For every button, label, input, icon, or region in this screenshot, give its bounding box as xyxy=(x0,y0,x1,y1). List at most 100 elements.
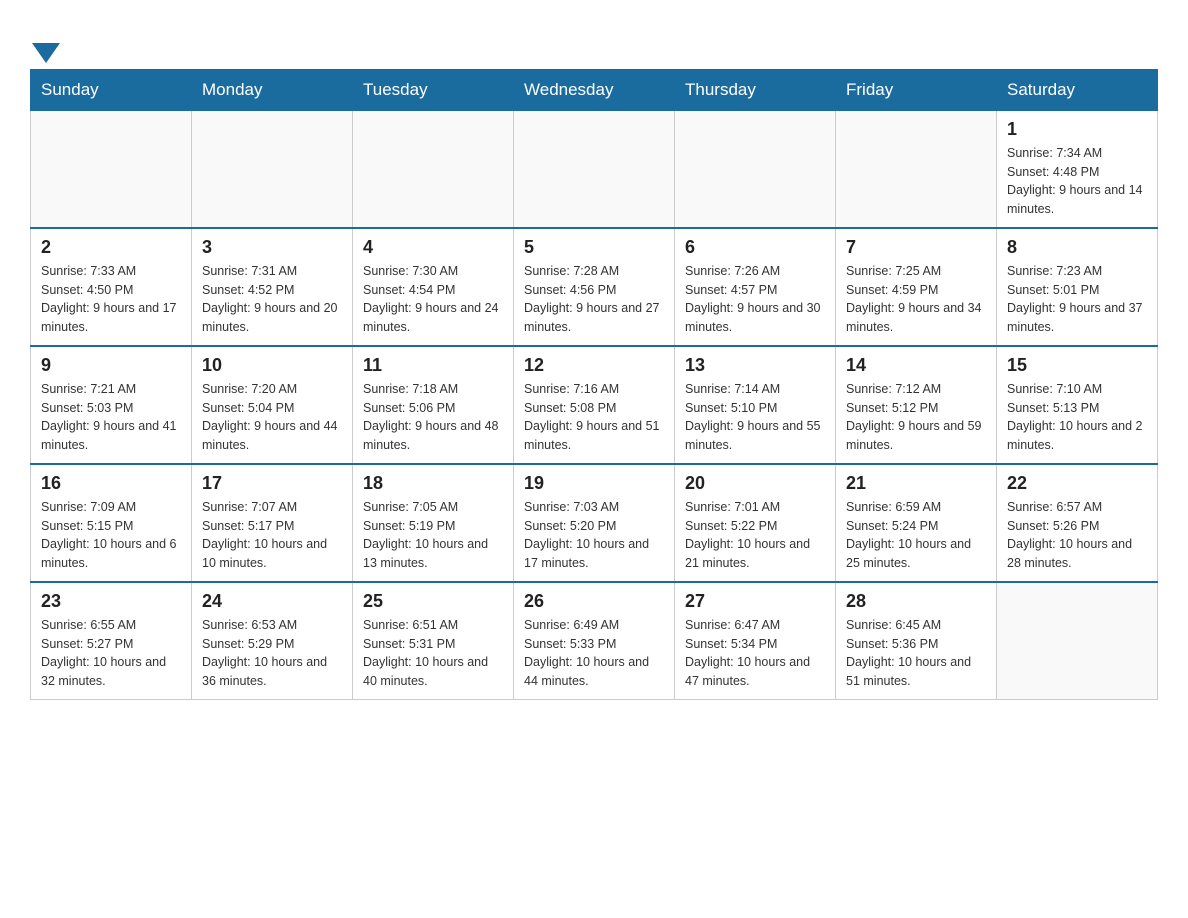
day-number: 5 xyxy=(524,237,664,258)
calendar-cell: 24Sunrise: 6:53 AM Sunset: 5:29 PM Dayli… xyxy=(192,582,353,700)
calendar-cell: 2Sunrise: 7:33 AM Sunset: 4:50 PM Daylig… xyxy=(31,228,192,346)
day-info: Sunrise: 7:31 AM Sunset: 4:52 PM Dayligh… xyxy=(202,262,342,337)
calendar-week-row: 1 Sunrise: 7:34 AM Sunset: 4:48 PM Daylig… xyxy=(31,110,1158,228)
day-number: 26 xyxy=(524,591,664,612)
calendar-cell: 20 Sunrise: 7:01 AM Sunset: 5:22 PM Dayli… xyxy=(675,464,836,582)
calendar-cell: 17 Sunrise: 7:07 AM Sunset: 5:17 PM Dayli… xyxy=(192,464,353,582)
day-number: 24 xyxy=(202,591,342,612)
day-number: 7 xyxy=(846,237,986,258)
day-info: Sunrise: 7:01 AM Sunset: 5:22 PM Dayligh… xyxy=(685,498,825,573)
day-info: Sunrise: 6:57 AM Sunset: 5:26 PM Dayligh… xyxy=(1007,498,1147,573)
day-number: 13 xyxy=(685,355,825,376)
day-number: 16 xyxy=(41,473,181,494)
day-number: 2 xyxy=(41,237,181,258)
calendar-cell xyxy=(31,110,192,228)
day-number: 12 xyxy=(524,355,664,376)
calendar-cell: 26 Sunrise: 6:49 AM Sunset: 5:33 PM Dayli… xyxy=(514,582,675,700)
weekday-header-saturday: Saturday xyxy=(997,69,1158,110)
calendar-cell: 12 Sunrise: 7:16 AM Sunset: 5:08 PM Dayli… xyxy=(514,346,675,464)
weekday-header-wednesday: Wednesday xyxy=(514,69,675,110)
day-number: 23 xyxy=(41,591,181,612)
logo xyxy=(30,30,60,59)
calendar-cell xyxy=(997,582,1158,700)
calendar-cell: 18Sunrise: 7:05 AM Sunset: 5:19 PM Dayli… xyxy=(353,464,514,582)
calendar-cell: 28 Sunrise: 6:45 AM Sunset: 5:36 PM Dayli… xyxy=(836,582,997,700)
calendar-cell: 16 Sunrise: 7:09 AM Sunset: 5:15 PM Dayli… xyxy=(31,464,192,582)
calendar-cell: 11 Sunrise: 7:18 AM Sunset: 5:06 PM Dayli… xyxy=(353,346,514,464)
calendar-cell: 14 Sunrise: 7:12 AM Sunset: 5:12 PM Dayli… xyxy=(836,346,997,464)
calendar-week-row: 23 Sunrise: 6:55 AM Sunset: 5:27 PM Dayli… xyxy=(31,582,1158,700)
calendar-cell: 23 Sunrise: 6:55 AM Sunset: 5:27 PM Dayli… xyxy=(31,582,192,700)
day-info: Sunrise: 6:45 AM Sunset: 5:36 PM Dayligh… xyxy=(846,616,986,691)
day-number: 4 xyxy=(363,237,503,258)
calendar-cell: 10Sunrise: 7:20 AM Sunset: 5:04 PM Dayli… xyxy=(192,346,353,464)
weekday-header-sunday: Sunday xyxy=(31,69,192,110)
day-info: Sunrise: 6:55 AM Sunset: 5:27 PM Dayligh… xyxy=(41,616,181,691)
day-info: Sunrise: 7:12 AM Sunset: 5:12 PM Dayligh… xyxy=(846,380,986,455)
page-header xyxy=(30,20,1158,59)
calendar-cell xyxy=(514,110,675,228)
day-info: Sunrise: 6:49 AM Sunset: 5:33 PM Dayligh… xyxy=(524,616,664,691)
day-number: 27 xyxy=(685,591,825,612)
calendar-week-row: 16 Sunrise: 7:09 AM Sunset: 5:15 PM Dayli… xyxy=(31,464,1158,582)
calendar-week-row: 2Sunrise: 7:33 AM Sunset: 4:50 PM Daylig… xyxy=(31,228,1158,346)
day-number: 8 xyxy=(1007,237,1147,258)
calendar-cell xyxy=(836,110,997,228)
calendar-cell: 1 Sunrise: 7:34 AM Sunset: 4:48 PM Daylig… xyxy=(997,110,1158,228)
day-number: 1 xyxy=(1007,119,1147,140)
calendar-cell xyxy=(675,110,836,228)
calendar-cell: 21Sunrise: 6:59 AM Sunset: 5:24 PM Dayli… xyxy=(836,464,997,582)
day-info: Sunrise: 7:10 AM Sunset: 5:13 PM Dayligh… xyxy=(1007,380,1147,455)
calendar-cell: 7 Sunrise: 7:25 AM Sunset: 4:59 PM Daylig… xyxy=(836,228,997,346)
calendar-cell: 4 Sunrise: 7:30 AM Sunset: 4:54 PM Daylig… xyxy=(353,228,514,346)
day-info: Sunrise: 6:47 AM Sunset: 5:34 PM Dayligh… xyxy=(685,616,825,691)
day-info: Sunrise: 7:09 AM Sunset: 5:15 PM Dayligh… xyxy=(41,498,181,573)
day-number: 17 xyxy=(202,473,342,494)
calendar-table: SundayMondayTuesdayWednesdayThursdayFrid… xyxy=(30,69,1158,700)
day-info: Sunrise: 7:18 AM Sunset: 5:06 PM Dayligh… xyxy=(363,380,503,455)
day-number: 9 xyxy=(41,355,181,376)
day-info: Sunrise: 7:03 AM Sunset: 5:20 PM Dayligh… xyxy=(524,498,664,573)
day-number: 19 xyxy=(524,473,664,494)
day-number: 20 xyxy=(685,473,825,494)
day-info: Sunrise: 6:59 AM Sunset: 5:24 PM Dayligh… xyxy=(846,498,986,573)
calendar-cell xyxy=(353,110,514,228)
day-info: Sunrise: 7:34 AM Sunset: 4:48 PM Dayligh… xyxy=(1007,144,1147,219)
day-number: 22 xyxy=(1007,473,1147,494)
weekday-header-row: SundayMondayTuesdayWednesdayThursdayFrid… xyxy=(31,69,1158,110)
calendar-cell: 22 Sunrise: 6:57 AM Sunset: 5:26 PM Dayli… xyxy=(997,464,1158,582)
calendar-cell: 19 Sunrise: 7:03 AM Sunset: 5:20 PM Dayli… xyxy=(514,464,675,582)
day-info: Sunrise: 7:07 AM Sunset: 5:17 PM Dayligh… xyxy=(202,498,342,573)
day-number: 10 xyxy=(202,355,342,376)
day-number: 6 xyxy=(685,237,825,258)
day-number: 14 xyxy=(846,355,986,376)
weekday-header-tuesday: Tuesday xyxy=(353,69,514,110)
calendar-cell: 13 Sunrise: 7:14 AM Sunset: 5:10 PM Dayli… xyxy=(675,346,836,464)
weekday-header-thursday: Thursday xyxy=(675,69,836,110)
day-info: Sunrise: 7:23 AM Sunset: 5:01 PM Dayligh… xyxy=(1007,262,1147,337)
calendar-cell: 27 Sunrise: 6:47 AM Sunset: 5:34 PM Dayli… xyxy=(675,582,836,700)
calendar-cell xyxy=(192,110,353,228)
day-number: 15 xyxy=(1007,355,1147,376)
day-number: 18 xyxy=(363,473,503,494)
day-number: 11 xyxy=(363,355,503,376)
day-info: Sunrise: 6:51 AM Sunset: 5:31 PM Dayligh… xyxy=(363,616,503,691)
day-info: Sunrise: 7:26 AM Sunset: 4:57 PM Dayligh… xyxy=(685,262,825,337)
logo-arrow-icon xyxy=(32,43,60,63)
day-number: 28 xyxy=(846,591,986,612)
day-info: Sunrise: 7:25 AM Sunset: 4:59 PM Dayligh… xyxy=(846,262,986,337)
weekday-header-monday: Monday xyxy=(192,69,353,110)
calendar-cell: 5 Sunrise: 7:28 AM Sunset: 4:56 PM Daylig… xyxy=(514,228,675,346)
day-number: 3 xyxy=(202,237,342,258)
day-info: Sunrise: 7:28 AM Sunset: 4:56 PM Dayligh… xyxy=(524,262,664,337)
calendar-cell: 8 Sunrise: 7:23 AM Sunset: 5:01 PM Daylig… xyxy=(997,228,1158,346)
calendar-header: SundayMondayTuesdayWednesdayThursdayFrid… xyxy=(31,69,1158,110)
day-info: Sunrise: 7:21 AM Sunset: 5:03 PM Dayligh… xyxy=(41,380,181,455)
day-number: 25 xyxy=(363,591,503,612)
day-info: Sunrise: 7:14 AM Sunset: 5:10 PM Dayligh… xyxy=(685,380,825,455)
day-info: Sunrise: 7:16 AM Sunset: 5:08 PM Dayligh… xyxy=(524,380,664,455)
calendar-cell: 9 Sunrise: 7:21 AM Sunset: 5:03 PM Daylig… xyxy=(31,346,192,464)
calendar-cell: 25 Sunrise: 6:51 AM Sunset: 5:31 PM Dayli… xyxy=(353,582,514,700)
calendar-week-row: 9 Sunrise: 7:21 AM Sunset: 5:03 PM Daylig… xyxy=(31,346,1158,464)
day-info: Sunrise: 7:30 AM Sunset: 4:54 PM Dayligh… xyxy=(363,262,503,337)
